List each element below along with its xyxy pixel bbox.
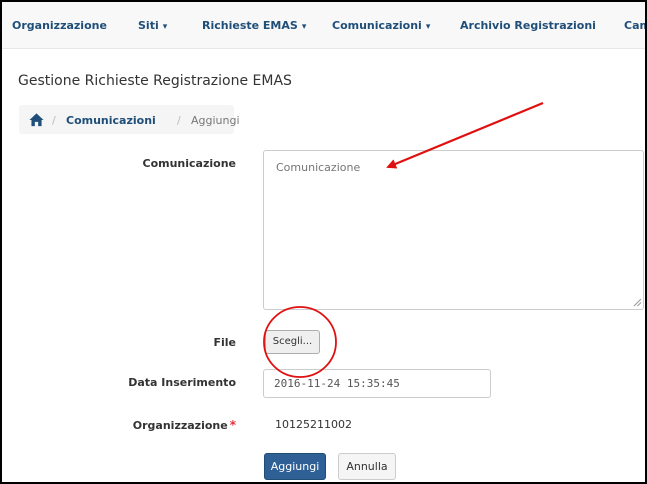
required-marker: * — [229, 418, 236, 432]
nav-item-cambi[interactable]: Cambi — [624, 19, 645, 32]
data-inserimento-input[interactable]: 2016-11-24 15:35:45 — [263, 369, 491, 398]
nav-item-organizzazione[interactable]: Organizzazione — [12, 19, 107, 32]
top-navbar: Organizzazione Siti ▾ Richieste EMAS ▾ Com… — [2, 2, 645, 49]
nav-item-label: Comunicazioni — [332, 19, 422, 32]
breadcrumb-separator: / — [177, 114, 181, 127]
nav-item-label: Cambi — [624, 19, 645, 32]
breadcrumb-link-comunicazioni[interactable]: Comunicazioni — [66, 114, 156, 127]
comunicazione-label: Comunicazione — [142, 157, 237, 170]
nav-item-comunicazioni[interactable]: Comunicazioni ▾ — [332, 19, 430, 32]
annulla-button[interactable]: Annulla — [338, 453, 396, 480]
breadcrumb-separator: / — [52, 114, 56, 127]
chevron-down-icon: ▾ — [425, 22, 431, 32]
home-icon[interactable] — [29, 112, 44, 127]
comunicazione-textarea[interactable] — [263, 150, 644, 310]
app-frame: Organizzazione Siti ▾ Richieste EMAS ▾ Com… — [0, 0, 647, 484]
organizzazione-label: Organizzazione * — [36, 418, 236, 432]
breadcrumb-current: Aggiungi — [191, 114, 240, 127]
chevron-down-icon: ▾ — [301, 22, 307, 32]
nav-item-richieste-emas[interactable]: Richieste EMAS ▾ — [202, 19, 306, 32]
organizzazione-value: 10125211002 — [275, 418, 352, 431]
file-label: File — [213, 336, 236, 349]
nav-item-label: Siti — [138, 19, 159, 32]
nav-item-label: Archivio Registrazioni — [460, 19, 596, 32]
page-title: Gestione Richieste Registrazione EMAS — [18, 73, 292, 89]
nav-item-siti[interactable]: Siti ▾ — [138, 19, 167, 32]
nav-item-archivio-registrazioni[interactable]: Archivio Registrazioni — [460, 19, 596, 32]
nav-item-label: Richieste EMAS — [202, 19, 298, 32]
nav-item-label: Organizzazione — [12, 19, 107, 32]
aggiungi-button[interactable]: Aggiungi — [264, 453, 326, 480]
data-inserimento-label: Data Inserimento — [128, 376, 236, 389]
organizzazione-label-text: Organizzazione — [132, 419, 228, 432]
choose-file-button[interactable]: Scegli... — [265, 330, 320, 354]
chevron-down-icon: ▾ — [162, 22, 168, 32]
breadcrumb: / Comunicazioni / Aggiungi — [19, 105, 240, 134]
resize-grip-icon[interactable] — [633, 298, 642, 307]
